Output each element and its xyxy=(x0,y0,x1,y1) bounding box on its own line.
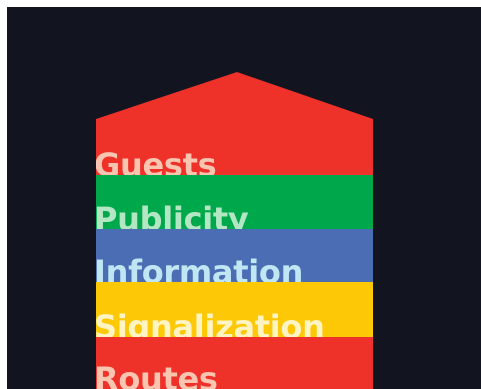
house-roof-shape xyxy=(96,72,373,120)
layer-publicity: Publicity xyxy=(96,175,373,229)
layer-label-guests: Guests xyxy=(96,146,217,175)
layer-label-routes: Routes xyxy=(96,360,218,389)
layer-routes: Routes xyxy=(96,337,373,389)
diagram-canvas: Guests Publicity Information Signalizati… xyxy=(7,7,481,389)
layer-guests: Guests xyxy=(96,119,373,175)
layer-label-signalization: Signalization xyxy=(96,308,325,337)
roof-polygon xyxy=(96,72,373,120)
layer-information: Information xyxy=(96,229,373,282)
layer-label-publicity: Publicity xyxy=(96,200,249,229)
layer-label-information: Information xyxy=(96,253,304,282)
layer-signalization: Signalization xyxy=(96,282,373,337)
